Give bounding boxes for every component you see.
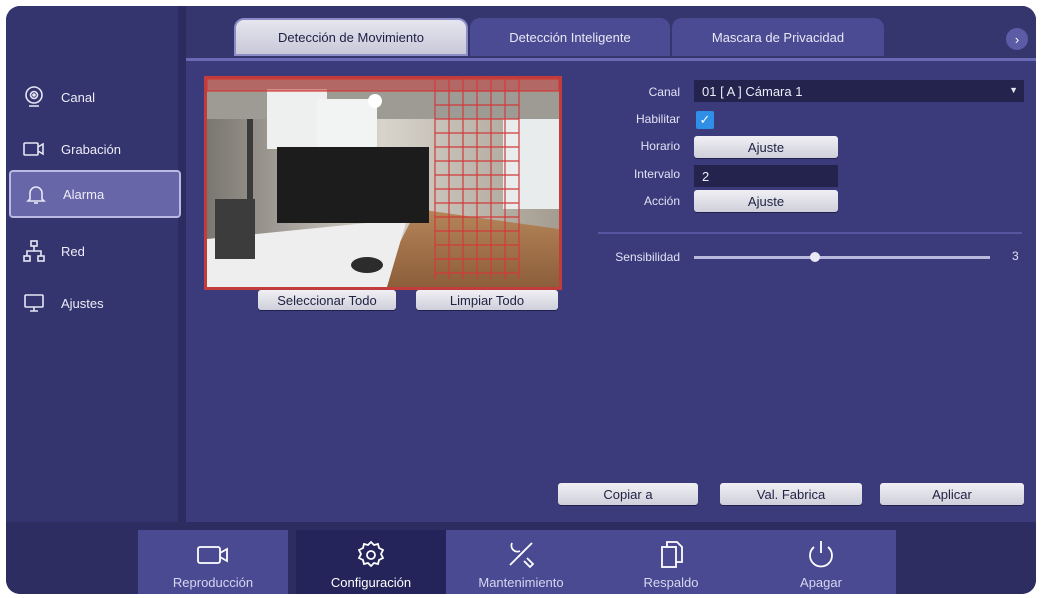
apply-button[interactable]: Aplicar	[880, 483, 1024, 505]
chevron-down-icon: ▼	[1009, 85, 1018, 95]
nav-label: Reproducción	[172, 575, 254, 590]
horario-ajuste-button[interactable]: Ajuste	[694, 136, 838, 158]
video-camera-icon	[197, 546, 228, 564]
sensibilidad-label: Sensibilidad	[615, 250, 680, 264]
sidebar-item-label: Alarma	[63, 186, 105, 202]
nav-label: Respaldo	[643, 575, 699, 590]
nav-label: Mantenimiento	[478, 575, 564, 590]
section-divider	[598, 232, 1022, 234]
intervalo-input[interactable]: 2	[694, 165, 838, 187]
gear-icon	[357, 540, 385, 568]
nav-configuracion[interactable]: Configuración	[296, 530, 446, 594]
nav-mantenimiento[interactable]: Mantenimiento	[446, 530, 596, 594]
power-icon	[809, 541, 833, 568]
webcam-icon	[21, 84, 47, 110]
nav-label: Apagar	[800, 575, 842, 590]
slider-handle[interactable]	[810, 252, 820, 262]
camera-preview[interactable]	[204, 76, 562, 290]
network-icon	[21, 238, 47, 264]
monitor-icon	[21, 290, 47, 316]
bell-icon	[23, 181, 49, 207]
habilitar-label: Habilitar	[635, 112, 680, 126]
canal-label: Canal	[648, 85, 680, 99]
nav-apagar[interactable]: Apagar	[746, 530, 896, 594]
sidebar-item-ajustes[interactable]: Ajustes	[9, 280, 181, 326]
sidebar-item-grabacion[interactable]: Grabación	[9, 126, 181, 172]
tab-deteccion-inteligente[interactable]: Detección Inteligente	[470, 18, 670, 56]
chevron-right-icon[interactable]: ›	[1006, 28, 1028, 50]
sensibilidad-value: 3	[1012, 249, 1019, 263]
copy-to-button[interactable]: Copiar a	[558, 483, 698, 505]
factory-defaults-button[interactable]: Val. Fabrica	[720, 483, 862, 505]
habilitar-checkbox[interactable]: ✓	[696, 111, 714, 129]
canal-value: 01 [ A ] Cámara 1	[702, 83, 803, 99]
tab-underline	[186, 58, 1036, 61]
nav-respaldo[interactable]: Respaldo	[596, 530, 746, 594]
sensibilidad-slider[interactable]	[694, 256, 990, 259]
tab-mascara-privacidad[interactable]: Mascara de Privacidad	[672, 18, 884, 56]
canal-select[interactable]: 01 [ A ] Cámara 1 ▼	[694, 80, 1024, 102]
horario-label: Horario	[640, 139, 680, 153]
intervalo-label: Intervalo	[633, 167, 680, 181]
accion-ajuste-button[interactable]: Ajuste	[694, 190, 838, 212]
tools-icon	[509, 542, 535, 569]
tab-deteccion-movimiento[interactable]: Detección de Movimiento	[234, 18, 468, 56]
sidebar-item-label: Red	[61, 243, 85, 259]
copy-icon	[661, 541, 683, 568]
sidebar-item-red[interactable]: Red	[9, 228, 181, 274]
dvr-window: Detección de Movimiento Detección Inteli…	[6, 6, 1036, 594]
nav-label: Configuración	[330, 575, 412, 590]
sidebar-item-label: Canal	[61, 89, 95, 105]
sidebar-item-alarma[interactable]: Alarma	[9, 170, 181, 218]
video-camera-icon	[21, 136, 47, 162]
accion-label: Acción	[643, 194, 680, 208]
sidebar-item-label: Ajustes	[61, 295, 104, 311]
sidebar-item-canal[interactable]: Canal	[9, 74, 181, 120]
nav-reproduccion[interactable]: Reproducción	[138, 530, 288, 594]
sidebar-item-label: Grabación	[61, 141, 121, 157]
select-all-button[interactable]: Seleccionar Todo	[258, 290, 396, 310]
clear-all-button[interactable]: Limpiar Todo	[416, 290, 558, 310]
check-icon: ✓	[699, 112, 711, 127]
